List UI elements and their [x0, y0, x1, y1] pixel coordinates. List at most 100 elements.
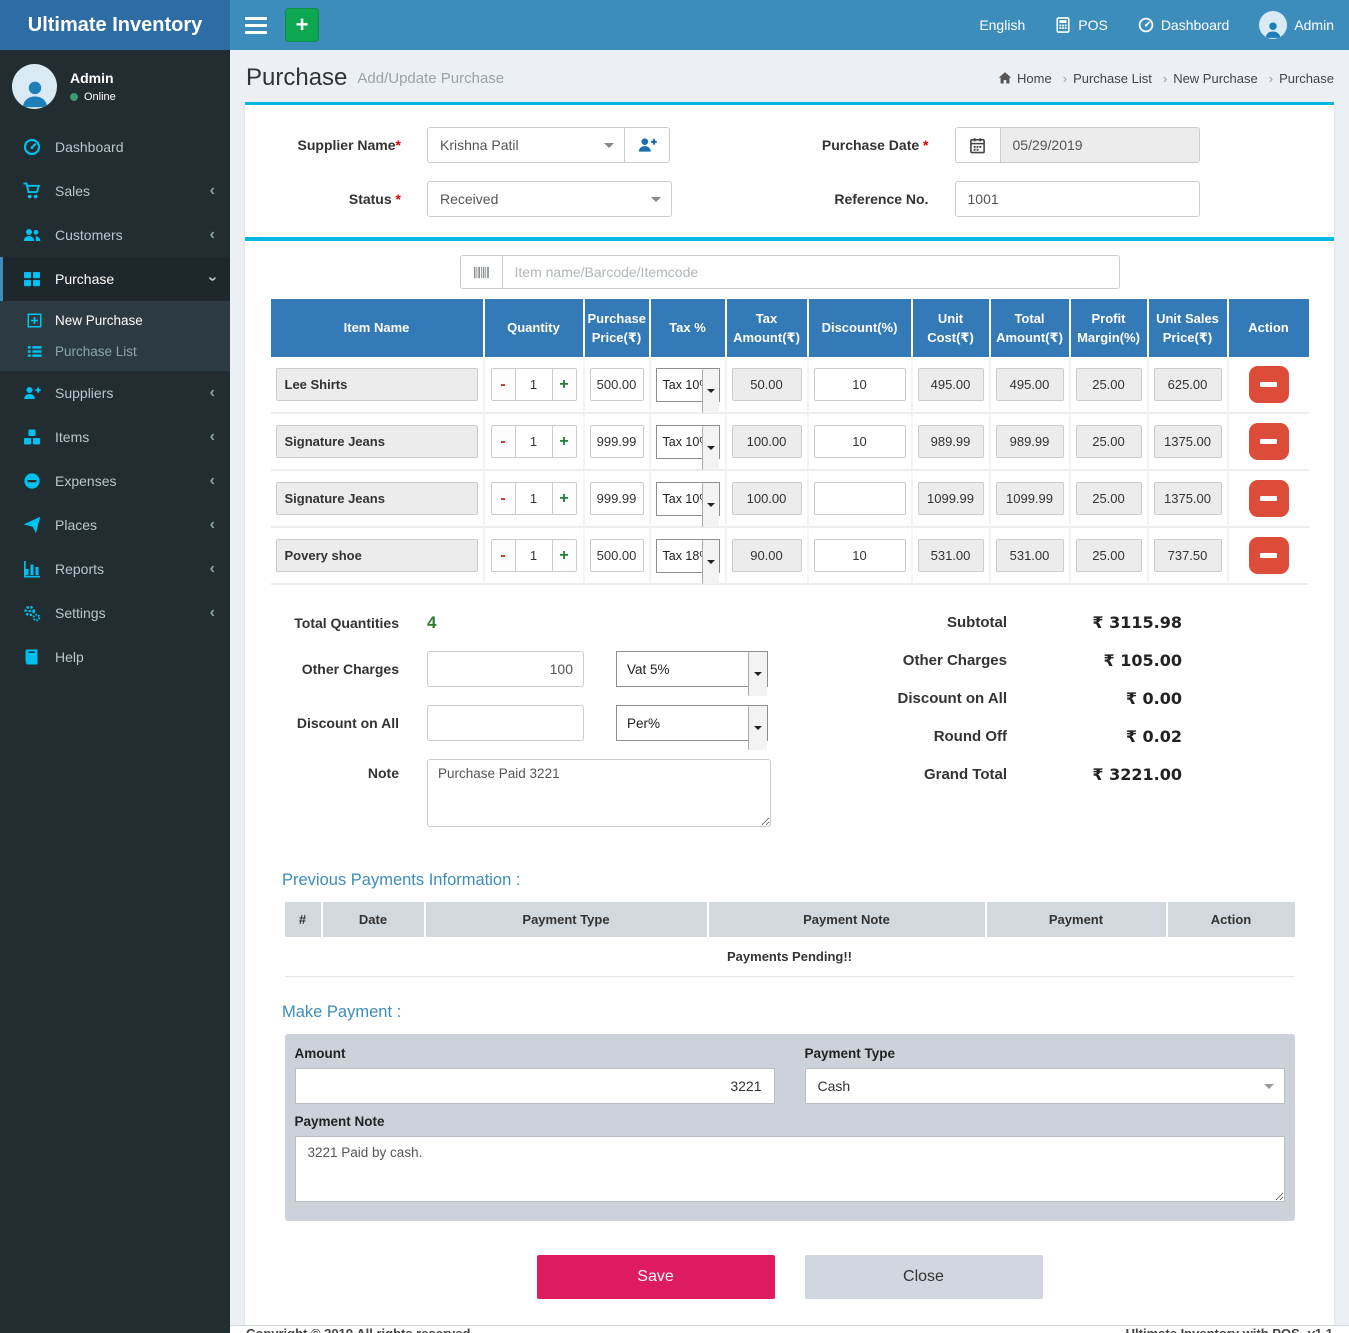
- quantity-stepper: -+: [490, 425, 578, 458]
- minus-icon: [1260, 382, 1277, 387]
- bar-chart-icon: [23, 560, 43, 578]
- qty-input[interactable]: [516, 539, 552, 572]
- sidebar-item-new-purchase[interactable]: New Purchase: [0, 305, 230, 336]
- tax-select[interactable]: Tax 10%: [656, 368, 720, 402]
- qty-minus-button[interactable]: -: [491, 539, 516, 572]
- note-textarea[interactable]: Purchase Paid 3221: [427, 759, 771, 827]
- purchase-price-input[interactable]: [590, 368, 644, 401]
- unit-sales-price-field: [1154, 368, 1222, 401]
- status-select[interactable]: Received: [427, 181, 672, 217]
- make-payment-title: Make Payment :: [282, 1003, 1297, 1022]
- col-tax-amount: Tax Amount(₹): [727, 299, 809, 357]
- quick-add-button[interactable]: +: [285, 8, 319, 42]
- qty-plus-button[interactable]: +: [552, 425, 577, 458]
- purchase-price-input[interactable]: [590, 539, 644, 572]
- home-icon: [998, 71, 1012, 85]
- sidebar-item-dashboard[interactable]: Dashboard: [0, 125, 230, 169]
- total-amount-field: [996, 425, 1064, 458]
- discount-input[interactable]: [814, 539, 906, 572]
- remove-row-button[interactable]: [1249, 480, 1289, 517]
- calendar-icon: [955, 127, 1000, 163]
- tax-select[interactable]: Tax 10%: [656, 425, 720, 459]
- purchase-submenu: New Purchase Purchase List: [0, 301, 230, 371]
- unit-cost-field: [918, 539, 984, 572]
- qty-plus-button[interactable]: +: [552, 368, 577, 401]
- remove-row-button[interactable]: [1249, 366, 1289, 403]
- qty-minus-button[interactable]: -: [491, 368, 516, 401]
- hamburger-icon[interactable]: [245, 17, 267, 34]
- other-charges-type-select[interactable]: Vat 5%: [616, 651, 768, 687]
- remove-row-button[interactable]: [1249, 423, 1289, 460]
- col-prev-action: Action: [1168, 902, 1295, 937]
- purchase-price-input[interactable]: [590, 425, 644, 458]
- purchase-price-input[interactable]: [590, 482, 644, 515]
- reference-input[interactable]: [955, 181, 1200, 217]
- discount-input[interactable]: [814, 425, 906, 458]
- sidebar-item-items[interactable]: Items ‹: [0, 415, 230, 459]
- qty-minus-button[interactable]: -: [491, 425, 516, 458]
- close-button[interactable]: Close: [805, 1255, 1043, 1299]
- sidebar-item-settings[interactable]: Settings ‹: [0, 591, 230, 635]
- item-name-field: [276, 539, 478, 572]
- remove-row-button[interactable]: [1249, 537, 1289, 574]
- sidebar-item-purchase[interactable]: Purchase ‹: [0, 257, 230, 301]
- qty-input[interactable]: [516, 368, 552, 401]
- payment-type-label: Payment Type: [805, 1046, 1285, 1061]
- tax-select[interactable]: Tax 18%: [656, 539, 720, 573]
- add-supplier-button[interactable]: [625, 127, 670, 163]
- breadcrumb-home[interactable]: Home: [998, 71, 1067, 86]
- app-logo[interactable]: Ultimate Inventory: [0, 0, 230, 50]
- unit-cost-field: [918, 482, 984, 515]
- sidebar-item-expenses[interactable]: Expenses ‹: [0, 459, 230, 503]
- save-button[interactable]: Save: [537, 1255, 775, 1299]
- cubes-icon: [23, 428, 43, 446]
- payment-type-select[interactable]: Cash: [805, 1068, 1285, 1104]
- gears-icon: [23, 604, 43, 622]
- caret-down-icon: [702, 483, 719, 527]
- dashboard-link[interactable]: Dashboard: [1138, 17, 1230, 33]
- chevron-left-icon: ‹: [210, 560, 215, 578]
- total-quantities-value: 4: [427, 613, 436, 633]
- other-charges-input[interactable]: [427, 651, 584, 687]
- tax-amount-field: [732, 425, 802, 458]
- discount-on-all-input[interactable]: [427, 705, 584, 741]
- item-search-input[interactable]: [502, 255, 1120, 289]
- sidebar-item-help[interactable]: Help: [0, 635, 230, 679]
- sidebar-item-purchase-list[interactable]: Purchase List: [0, 336, 230, 367]
- sidebar-item-reports[interactable]: Reports ‹: [0, 547, 230, 591]
- breadcrumb-new-purchase[interactable]: New Purchase: [1173, 71, 1273, 86]
- list-icon: [27, 344, 45, 359]
- sidebar-item-suppliers[interactable]: Suppliers ‹: [0, 371, 230, 415]
- qty-plus-button[interactable]: +: [552, 539, 577, 572]
- unit-sales-price-field: [1154, 539, 1222, 572]
- sidebar-item-customers[interactable]: Customers ‹: [0, 213, 230, 257]
- pos-link[interactable]: POS: [1055, 17, 1108, 33]
- purchase-date-input[interactable]: [1000, 127, 1200, 163]
- sidebar-item-places[interactable]: Places ‹: [0, 503, 230, 547]
- discount-type-select[interactable]: Per%: [616, 705, 768, 741]
- qty-minus-button[interactable]: -: [491, 482, 516, 515]
- total-amount-field: [996, 482, 1064, 515]
- minus-circle-icon: [23, 472, 43, 490]
- page-subtitle: Add/Update Purchase: [357, 70, 504, 87]
- chevron-left-icon: ‹: [210, 182, 215, 200]
- round-off-value: ₹ 0.02: [1007, 727, 1182, 746]
- tax-select[interactable]: Tax 10%: [656, 482, 720, 516]
- discount-input[interactable]: [814, 368, 906, 401]
- breadcrumb-purchase-list[interactable]: Purchase List: [1073, 71, 1167, 86]
- payment-note-textarea[interactable]: 3221 Paid by cash.: [295, 1136, 1285, 1202]
- qty-input[interactable]: [516, 482, 552, 515]
- amount-input[interactable]: [295, 1068, 775, 1104]
- status-label: Status *: [277, 191, 427, 207]
- other-charges-summary-label: Other Charges: [897, 652, 1007, 669]
- qty-input[interactable]: [516, 425, 552, 458]
- discount-input[interactable]: [814, 482, 906, 515]
- version-text: Ultimate Inventory with POS -v1.1: [1126, 1326, 1333, 1333]
- col-purchase-price: Purchase Price(₹): [585, 299, 651, 357]
- sidebar-item-sales[interactable]: Sales ‹: [0, 169, 230, 213]
- col-unit-sales-price: Unit Sales Price(₹): [1149, 299, 1229, 357]
- qty-plus-button[interactable]: +: [552, 482, 577, 515]
- user-menu[interactable]: Admin: [1259, 11, 1334, 39]
- language-menu[interactable]: English: [979, 17, 1025, 33]
- supplier-select[interactable]: Krishna Patil: [427, 127, 625, 163]
